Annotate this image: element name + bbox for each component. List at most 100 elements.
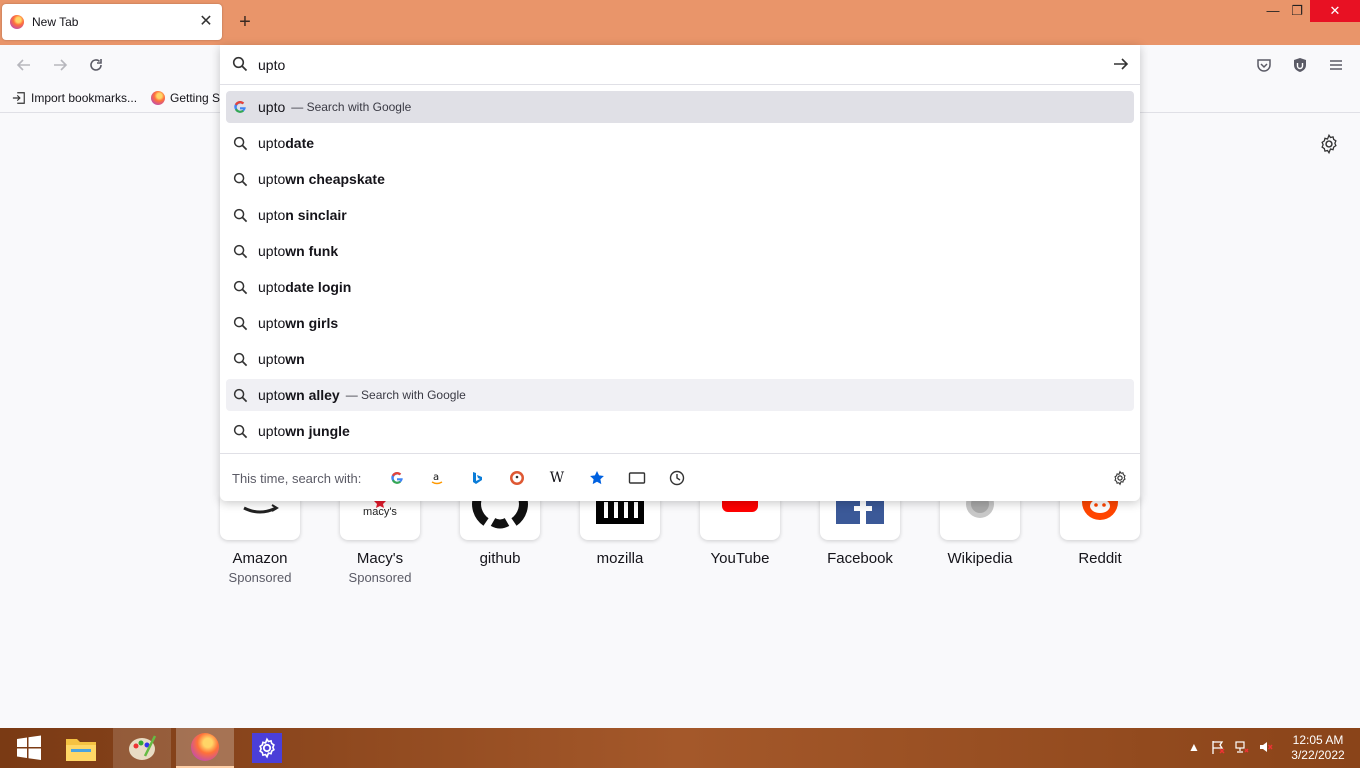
search-settings-button[interactable] [1111, 469, 1129, 487]
new-tab-button[interactable]: + [234, 11, 256, 33]
tabs-icon [628, 472, 646, 484]
suggestion-completion-text: date [285, 135, 315, 151]
top-site-reddit[interactable]: Reddit [1050, 496, 1150, 567]
ublock-shield-icon [1294, 58, 1306, 72]
macys-icon: macy's [340, 496, 420, 540]
settings-gear-icon [252, 733, 282, 763]
top-site-facebook[interactable]: Facebook [810, 496, 910, 567]
close-window-button[interactable]: ✕ [1310, 0, 1360, 22]
forward-button[interactable] [48, 53, 72, 77]
tray-overflow-chevron-icon[interactable]: ▲ [1188, 740, 1200, 754]
suggestion-typed-text: upto [258, 315, 286, 331]
suggestion-completion-text: wn cheapskate [285, 171, 385, 187]
taskbar-settings[interactable] [238, 728, 296, 768]
wikipedia-icon [940, 496, 1020, 540]
youtube-icon [700, 496, 780, 540]
page-settings-gear-icon[interactable] [1318, 133, 1340, 155]
search-icon [233, 316, 248, 334]
engine-history-button[interactable] [668, 469, 686, 487]
gear-icon [1114, 470, 1126, 486]
taskbar-clock[interactable]: 12:05 AM 3/22/2022 [1286, 733, 1350, 763]
back-arrow-icon [16, 59, 30, 71]
tray-flag-icon[interactable] [1211, 740, 1225, 757]
ublock-button[interactable] [1288, 53, 1312, 77]
engine-amazon-button[interactable]: a [428, 469, 446, 487]
paint-palette-icon [129, 735, 157, 760]
top-site-wikipedia[interactable]: Wikipedia [930, 496, 1030, 567]
taskbar-firefox[interactable] [176, 728, 234, 768]
top-site-amazon[interactable]: Amazon Sponsored [210, 496, 310, 585]
bookmark-getting-started[interactable]: Getting S [151, 91, 220, 105]
suggestion-row[interactable]: upto wn [226, 343, 1134, 375]
google-icon [391, 471, 403, 484]
pocket-button[interactable] [1252, 53, 1276, 77]
search-icon [233, 388, 248, 406]
start-button[interactable] [0, 728, 58, 768]
top-site-youtube[interactable]: YouTube [690, 496, 790, 567]
engine-tabs-button[interactable] [628, 469, 646, 487]
bing-icon [473, 472, 482, 484]
engine-duckduckgo-button[interactable] [508, 469, 526, 487]
suggestion-row[interactable]: upto wn jungle [226, 415, 1134, 447]
tray-volume-muted-icon[interactable] [1259, 740, 1273, 757]
taskbar-paint[interactable] [113, 728, 171, 768]
suggestion-row[interactable]: upto n sinclair [226, 199, 1134, 231]
top-site-macys[interactable]: macy's Macy's Sponsored [330, 496, 430, 585]
suggestion-completion-text: n sinclair [285, 207, 347, 223]
clock-time: 12:05 AM [1292, 733, 1344, 747]
amazon-icon: a [431, 472, 443, 485]
top-site-github[interactable]: github [450, 496, 550, 567]
taskbar-file-explorer[interactable] [52, 728, 110, 768]
suggestion-typed-text: upto [258, 171, 286, 187]
google-icon [233, 100, 247, 117]
firefox-icon [191, 733, 219, 761]
tab-new-tab[interactable]: New Tab ✕ [2, 4, 222, 40]
search-icon [233, 244, 248, 262]
tile-name: github [479, 550, 521, 567]
search-icon [233, 172, 248, 190]
one-off-search-bar: This time, search with: a W [220, 453, 1140, 501]
bookmark-import-label: Import bookmarks... [31, 91, 138, 105]
url-input[interactable]: upto [220, 45, 1140, 85]
one-off-label: This time, search with: [232, 471, 362, 486]
tile-name: mozilla [596, 550, 644, 567]
tile-name: Macy's [356, 550, 404, 567]
tile-name: Reddit [1078, 550, 1122, 567]
suggestion-row[interactable]: upto wn funk [226, 235, 1134, 267]
tray-network-icon[interactable] [1235, 740, 1249, 757]
engine-bing-button[interactable] [468, 469, 486, 487]
tab-title: New Tab [32, 15, 79, 29]
search-icon [233, 352, 248, 370]
suggestion-completion-text: wn alley [285, 387, 340, 403]
top-site-mozilla[interactable]: mozilla [570, 496, 670, 567]
hamburger-menu-icon [1330, 60, 1342, 70]
facebook-icon [820, 496, 900, 540]
windows-logo-icon [17, 735, 41, 760]
reddit-icon [1060, 496, 1140, 540]
go-arrow-icon[interactable] [1112, 55, 1130, 73]
bookmark-import[interactable]: Import bookmarks... [12, 91, 137, 105]
engine-bookmarks-button[interactable] [588, 469, 606, 487]
reload-button[interactable] [84, 53, 108, 77]
firefox-icon [151, 91, 165, 105]
suggestion-row[interactable]: upto wn alley — Search with Google [226, 379, 1134, 411]
suggestion-row[interactable]: upto wn cheapskate [226, 163, 1134, 195]
back-button[interactable] [12, 53, 36, 77]
suggestion-completion-text: wn funk [285, 243, 339, 259]
suggestion-completion-text: wn jungle [285, 423, 350, 439]
suggestion-row[interactable]: upto date [226, 127, 1134, 159]
menu-button[interactable] [1324, 53, 1348, 77]
suggestion-row[interactable]: upto wn girls [226, 307, 1134, 339]
search-icon [233, 208, 248, 226]
title-bar: New Tab ✕ + — ❐ ✕ [0, 0, 1360, 45]
suggestion-typed-text: upto [258, 351, 286, 367]
engine-wikipedia-button[interactable]: W [548, 469, 566, 487]
tab-close-button[interactable]: ✕ [198, 14, 214, 30]
suggestion-completion-text: wn girls [285, 315, 339, 331]
suggestion-row[interactable]: upto — Search with Google [226, 91, 1134, 123]
suggestion-row[interactable]: upto date login [226, 271, 1134, 303]
suggestion-action-text: — Search with Google [345, 388, 466, 402]
tile-name: YouTube [710, 550, 770, 567]
tile-name: Facebook [827, 550, 893, 567]
engine-google-button[interactable] [388, 469, 406, 487]
